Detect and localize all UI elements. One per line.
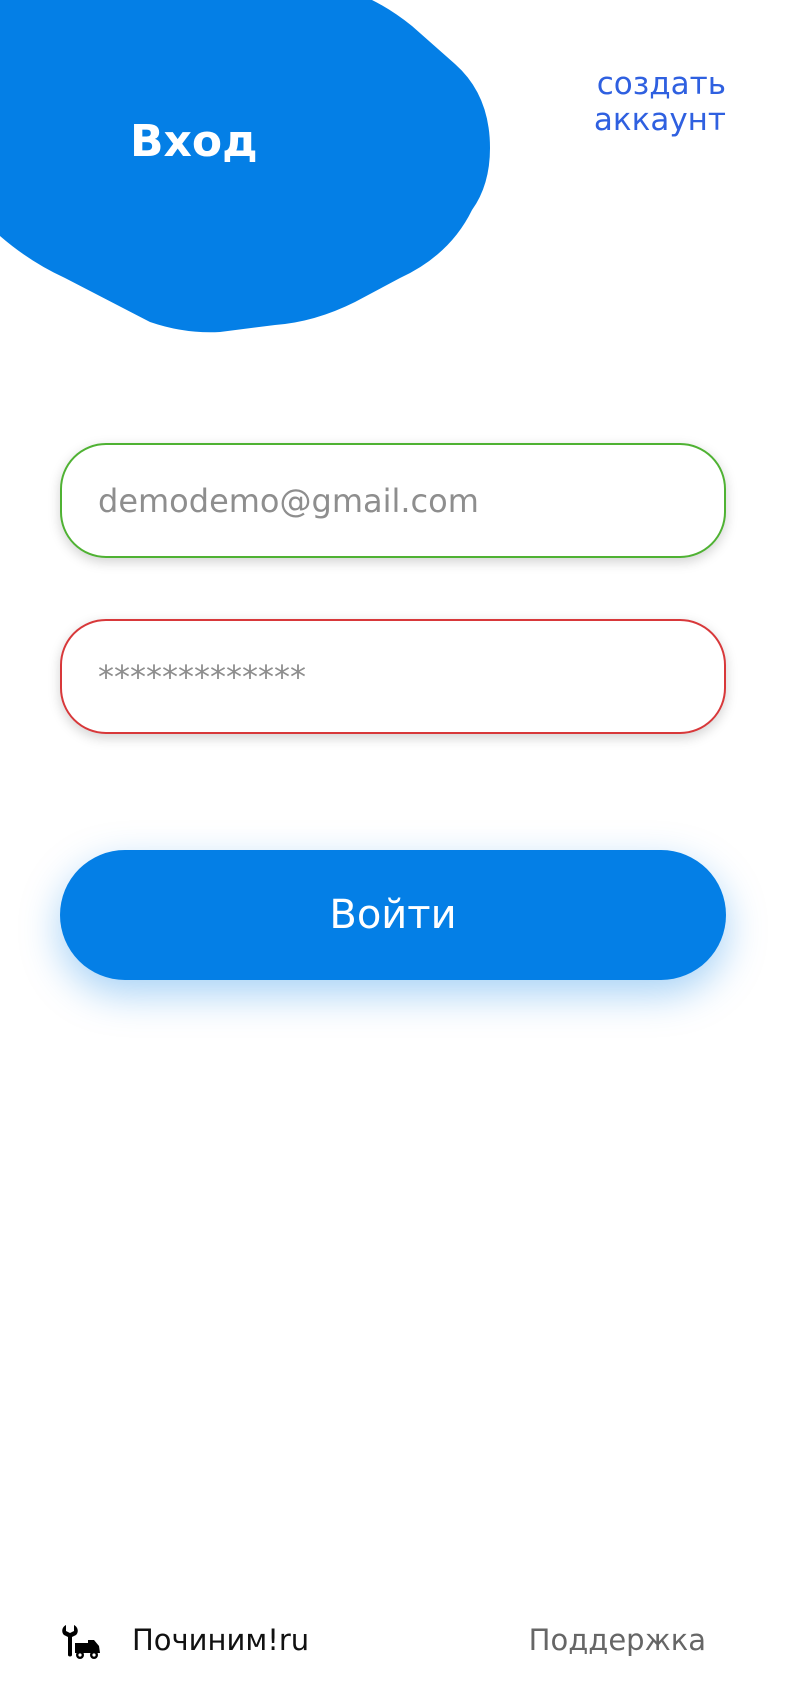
- email-field-container: [60, 443, 726, 558]
- create-account-link[interactable]: создать аккаунт: [536, 66, 726, 138]
- password-field[interactable]: [62, 621, 724, 732]
- footer: Починим!ru Поддержка: [0, 1600, 786, 1680]
- create-account-line-1: создать: [596, 66, 726, 102]
- brand-name: Починим!ru: [132, 1623, 310, 1657]
- support-link[interactable]: Поддержка: [529, 1620, 706, 1660]
- email-field[interactable]: [62, 445, 724, 556]
- login-button[interactable]: Войти: [60, 850, 726, 980]
- create-account-line-2: аккаунт: [593, 102, 726, 138]
- repair-truck-icon: [62, 1625, 100, 1659]
- password-field-container: [60, 619, 726, 734]
- page-title: Вход: [130, 116, 258, 167]
